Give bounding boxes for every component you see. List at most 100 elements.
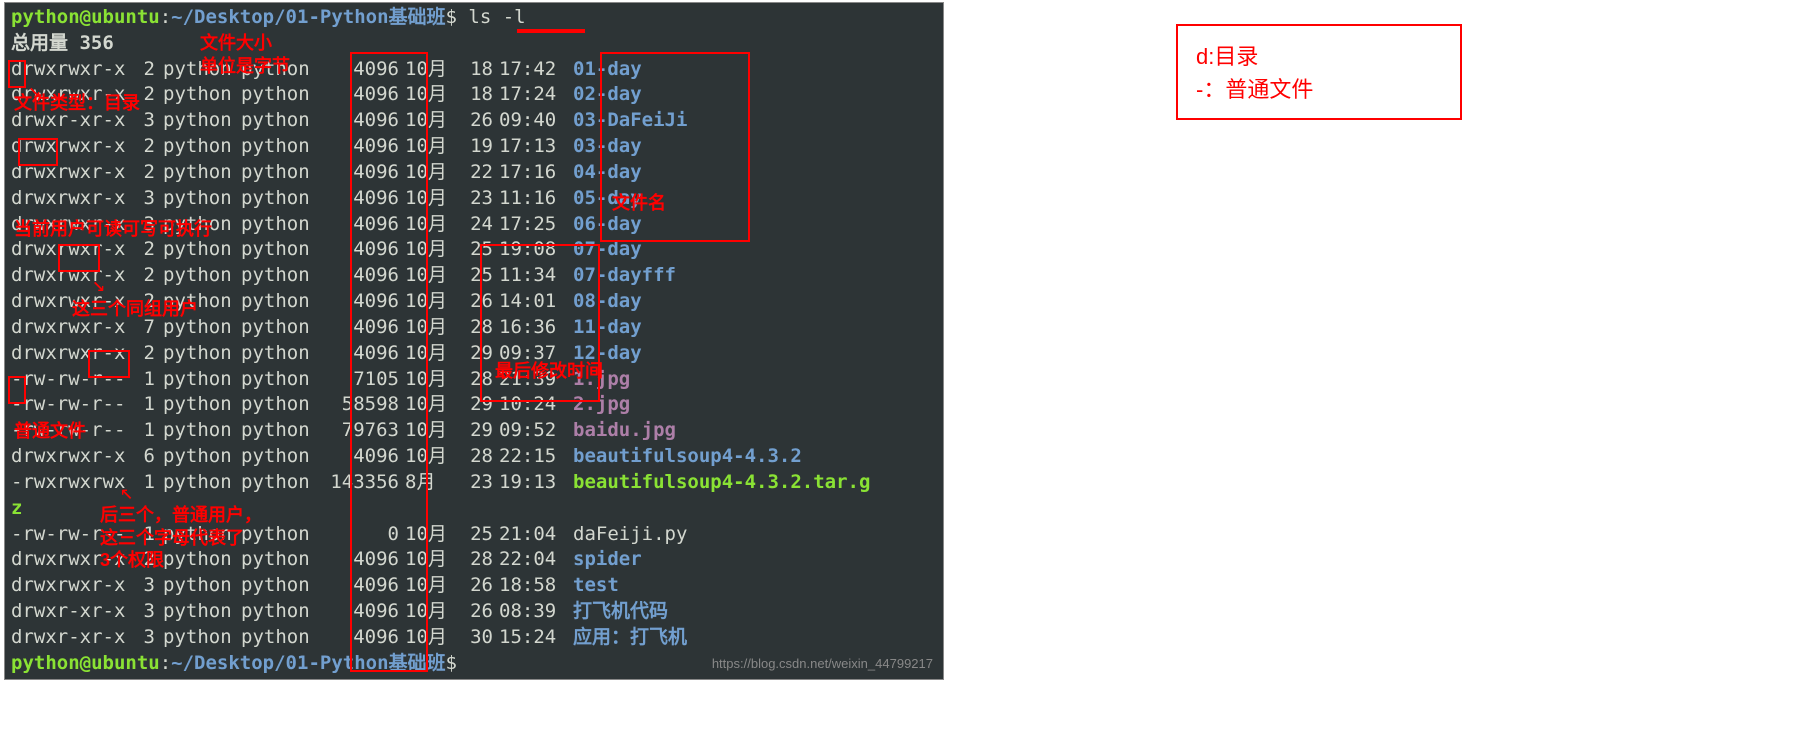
- group-cell: python: [241, 470, 313, 496]
- links-cell: 1: [131, 522, 155, 548]
- perm-cell: drwxrwxr-x: [11, 263, 131, 289]
- size-cell: 4096: [313, 573, 399, 599]
- day-cell: 25: [461, 237, 493, 263]
- links-cell: 7: [131, 315, 155, 341]
- month-cell: 10月: [405, 263, 461, 289]
- table-row: -rwxrwxrwx1pythonpython1433568月2319:13be…: [11, 470, 937, 496]
- perm-cell: drwxrwxr-x: [11, 82, 131, 108]
- size-cell: 4096: [313, 289, 399, 315]
- group-cell: python: [241, 418, 313, 444]
- day-cell: 26: [461, 108, 493, 134]
- table-row: -rw-rw-r--1pythonpython5859810月2910:242.…: [11, 392, 937, 418]
- perm-cell: drwxrwxr-x: [11, 315, 131, 341]
- total-line: 总用量 356: [11, 31, 937, 57]
- day-cell: 28: [461, 547, 493, 573]
- terminal-window[interactable]: python@ubuntu:~/Desktop/01-Python基础班$ ls…: [4, 2, 944, 680]
- filename-cell: 08-day: [573, 289, 642, 315]
- owner-cell: python: [163, 418, 235, 444]
- filename-cell: 07-day: [573, 237, 642, 263]
- prompt-path: ~/Desktop/01-Python基础班: [171, 652, 445, 674]
- owner-cell: python: [163, 160, 235, 186]
- links-cell: 3: [131, 212, 155, 238]
- links-cell: 2: [131, 289, 155, 315]
- group-cell: python: [241, 367, 313, 393]
- group-cell: python: [241, 237, 313, 263]
- owner-cell: python: [163, 599, 235, 625]
- size-cell: 7105: [313, 367, 399, 393]
- table-row: drwxrwxr-x7pythonpython409610月2816:3611-…: [11, 315, 937, 341]
- prompt-colon: :: [160, 652, 171, 674]
- month-cell: 10月: [405, 341, 461, 367]
- prompt-colon: :: [160, 6, 171, 28]
- time-cell: 17:25: [499, 212, 567, 238]
- month-cell: 10月: [405, 315, 461, 341]
- day-cell: 25: [461, 263, 493, 289]
- time-cell: 17:13: [499, 134, 567, 160]
- day-cell: 23: [461, 470, 493, 496]
- table-row: drwxrwxr-x2pythonpython409610月2217:1604-…: [11, 160, 937, 186]
- month-cell: 10月: [405, 134, 461, 160]
- time-cell: 17:42: [499, 57, 567, 83]
- command-text: ls -l: [468, 6, 525, 28]
- time-cell: 17:24: [499, 82, 567, 108]
- prompt-user: python@ubuntu: [11, 652, 160, 674]
- filename-cell: daFeiji.py: [573, 522, 687, 548]
- filename-cell: 02-day: [573, 82, 642, 108]
- links-cell: 3: [131, 625, 155, 651]
- group-cell: python: [241, 315, 313, 341]
- table-row: drwxrwxr-x2pythonpython409610月1817:4201-…: [11, 57, 937, 83]
- owner-cell: python: [163, 186, 235, 212]
- table-row: -rw-rw-r--1pythonpython710510月2821:391.j…: [11, 367, 937, 393]
- perm-cell: drwxrwxr-x: [11, 57, 131, 83]
- filename-cell: baidu.jpg: [573, 418, 676, 444]
- filename-cell: spider: [573, 547, 642, 573]
- perm-cell: drwxr-xr-x: [11, 108, 131, 134]
- links-cell: 2: [131, 547, 155, 573]
- owner-cell: python: [163, 625, 235, 651]
- owner-cell: python: [163, 341, 235, 367]
- perm-cell: drwxrwxr-x: [11, 341, 131, 367]
- month-cell: 10月: [405, 418, 461, 444]
- time-cell: 17:16: [499, 160, 567, 186]
- owner-cell: python: [163, 315, 235, 341]
- group-cell: python: [241, 599, 313, 625]
- size-cell: 4096: [313, 625, 399, 651]
- day-cell: 26: [461, 573, 493, 599]
- filename-cell: 应用：打飞机: [573, 625, 687, 651]
- group-cell: python: [241, 522, 313, 548]
- day-cell: 30: [461, 625, 493, 651]
- table-row: drwxr-xr-x3pythonpython409610月3015:24应用：…: [11, 625, 937, 651]
- size-cell: 4096: [313, 134, 399, 160]
- listing-rows-2: -rw-rw-r--1pythonpython010月2521:04daFeij…: [11, 522, 937, 651]
- owner-cell: python: [163, 547, 235, 573]
- watermark: https://blog.csdn.net/weixin_44799217: [712, 655, 933, 673]
- legend-line-2: -：普通文件: [1196, 73, 1442, 106]
- filename-cell: beautifulsoup4-4.3.2: [573, 444, 802, 470]
- size-cell: 4096: [313, 160, 399, 186]
- month-cell: 10月: [405, 212, 461, 238]
- table-row: -rw-rw-r--1pythonpython7976310月2909:52ba…: [11, 418, 937, 444]
- perm-cell: drwxrwxr-x: [11, 212, 131, 238]
- month-cell: 10月: [405, 522, 461, 548]
- group-cell: python: [241, 625, 313, 651]
- links-cell: 2: [131, 57, 155, 83]
- month-cell: 10月: [405, 547, 461, 573]
- filename-cell: 01-day: [573, 57, 642, 83]
- perm-cell: drwxrwxr-x: [11, 134, 131, 160]
- size-cell: 4096: [313, 186, 399, 212]
- month-cell: 10月: [405, 186, 461, 212]
- table-row: drwxrwxr-x2pythonpython409610月2519:0807-…: [11, 237, 937, 263]
- table-row: drwxrwxr-x2pythonpython409610月1817:2402-…: [11, 82, 937, 108]
- month-cell: 10月: [405, 444, 461, 470]
- owner-cell: python: [163, 263, 235, 289]
- time-cell: 10:24: [499, 392, 567, 418]
- day-cell: 24: [461, 212, 493, 238]
- time-cell: 11:34: [499, 263, 567, 289]
- month-cell: 10月: [405, 625, 461, 651]
- owner-cell: python: [163, 237, 235, 263]
- filename-cell: 2.jpg: [573, 392, 630, 418]
- month-cell: 10月: [405, 160, 461, 186]
- group-cell: python: [241, 392, 313, 418]
- owner-cell: python: [163, 470, 235, 496]
- owner-cell: python: [163, 134, 235, 160]
